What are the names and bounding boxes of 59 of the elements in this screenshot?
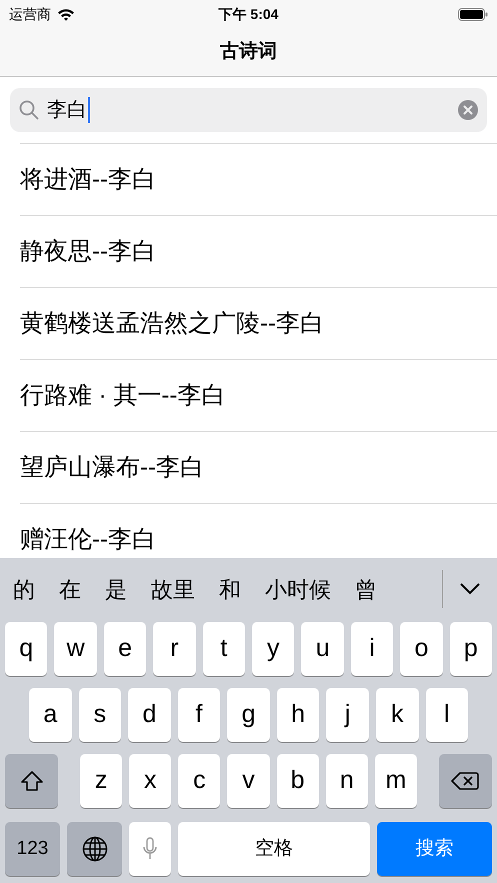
result-row[interactable]: 黄鹤楼送孟浩然之广陵--李白 [20,287,497,359]
letter-key[interactable]: l [426,688,468,742]
microphone-icon [143,837,157,861]
nav-title: 古诗词 [220,40,277,64]
result-row[interactable]: 静夜思--李白 [20,215,497,287]
letter-key[interactable]: o [400,622,443,676]
letter-key[interactable]: g [227,688,270,742]
letter-key[interactable]: y [252,622,294,676]
letter-key[interactable]: i [350,622,394,676]
letter-key[interactable]: d [128,688,171,742]
candidate-word[interactable]: 曾 [355,572,377,606]
result-row[interactable]: 行路难 · 其一--李白 [20,359,497,431]
clear-icon[interactable] [458,100,478,120]
delete-icon [451,771,480,791]
result-row[interactable]: 望庐山瀑布--李白 [20,431,497,503]
letter-key[interactable]: u [301,622,344,676]
letter-key[interactable]: s [78,688,122,742]
letter-key[interactable]: c [178,754,220,808]
globe-icon [82,836,108,862]
candidate-word[interactable]: 小时候 [265,572,331,606]
letter-key[interactable]: k [376,688,418,742]
candidate-word[interactable]: 故里 [151,572,195,606]
letter-key[interactable]: f [178,688,220,742]
letter-key[interactable]: h [276,688,320,742]
letter-key[interactable]: v [227,754,270,808]
candidate-word[interactable]: 是 [105,572,127,606]
letter-key[interactable]: q [5,622,48,676]
wifi-icon [57,8,75,20]
numbers-key[interactable]: 123 [5,822,60,876]
letter-key[interactable]: m [374,754,417,808]
letter-key[interactable]: a [29,688,72,742]
letter-key[interactable]: r [153,622,196,676]
search-field[interactable]: 李白 [10,88,487,132]
delete-key[interactable] [438,754,492,808]
shift-key[interactable] [5,754,58,808]
result-row[interactable]: 赠汪伦--李白 [20,503,497,557]
candidate-word[interactable]: 和 [219,572,241,606]
letter-key[interactable]: p [450,622,492,676]
letter-key[interactable]: x [129,754,172,808]
candidate-word[interactable]: 在 [59,572,81,606]
search-icon [19,100,39,120]
clock-time: 下午 5:04 [218,4,278,24]
letter-key[interactable]: z [80,754,122,808]
letter-key[interactable]: j [326,688,369,742]
chevron-down-icon[interactable] [460,583,480,595]
globe-key[interactable] [67,822,122,876]
letter-key[interactable]: w [54,622,97,676]
letter-key[interactable]: e [104,622,146,676]
result-row[interactable]: 将进酒--李白 [20,143,497,215]
microphone-key[interactable] [129,822,171,876]
letter-key[interactable]: t [202,622,246,676]
search-key[interactable]: 搜索 [377,822,492,876]
battery-icon [458,8,488,20]
letter-key[interactable]: n [326,754,368,808]
space-key[interactable]: 空格 [178,822,370,876]
letter-key[interactable]: b [276,754,319,808]
candidate-word[interactable]: 的 [13,572,35,606]
shift-icon [20,770,44,792]
carrier-name: 运营商 [9,4,51,24]
